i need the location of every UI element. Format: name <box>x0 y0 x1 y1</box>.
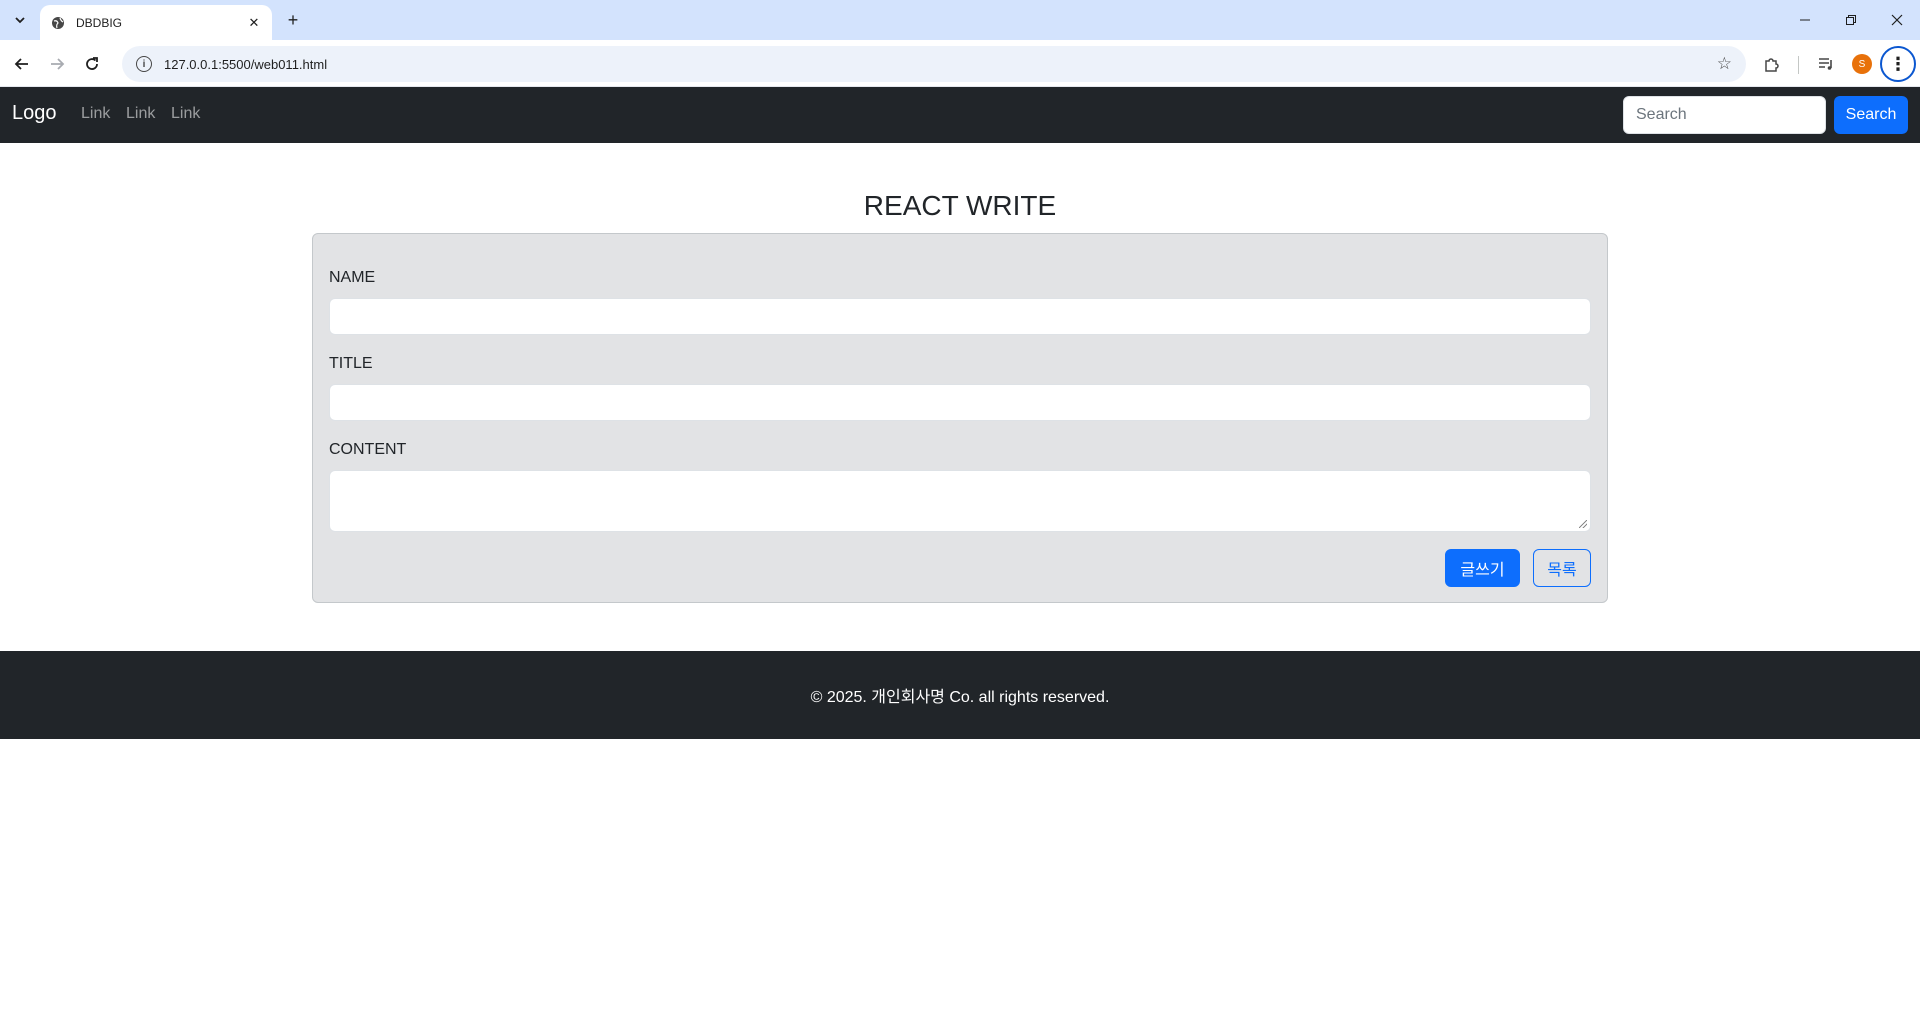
minimize-icon[interactable] <box>1790 8 1820 32</box>
name-input[interactable] <box>329 298 1591 335</box>
write-submit-button[interactable]: 글쓰기 <box>1445 549 1520 587</box>
navbar-search-button[interactable]: Search <box>1834 96 1908 134</box>
tab-close-icon[interactable]: ✕ <box>246 15 262 31</box>
content-textarea[interactable] <box>329 470 1591 532</box>
browser-tab-strip: DBDBIG ✕ + <box>0 0 1920 40</box>
back-arrow-icon[interactable] <box>8 50 36 78</box>
globe-icon <box>50 15 66 31</box>
browser-tab-active[interactable]: DBDBIG ✕ <box>40 5 272 40</box>
title-label: TITLE <box>329 355 373 372</box>
navbar-search-input[interactable] <box>1623 96 1826 134</box>
restore-icon[interactable] <box>1836 8 1866 32</box>
nav-link-3[interactable]: Link <box>171 105 200 123</box>
forward-arrow-icon[interactable] <box>43 50 71 78</box>
page-title: REACT WRITE <box>863 190 1057 221</box>
footer-copyright: © 2025. 개인회사명 Co. all rights reserved. <box>810 689 1110 706</box>
site-info-icon[interactable]: i <box>136 56 152 72</box>
resize-grip-icon[interactable] <box>1579 520 1587 528</box>
navbar-brand-logo[interactable]: Logo <box>12 102 57 125</box>
tab-search-chevron-icon[interactable] <box>8 8 32 32</box>
browser-toolbar: i 127.0.0.1:5500/web011.html ☆ <box>0 40 1920 87</box>
new-tab-plus-icon[interactable]: + <box>282 9 304 31</box>
write-form-card: NAME TITLE CONTENT 글쓰기 목록 <box>312 233 1608 603</box>
media-playlist-icon[interactable] <box>1812 50 1840 78</box>
window-close-icon[interactable] <box>1882 8 1912 32</box>
reload-icon[interactable] <box>78 50 106 78</box>
toolbar-separator <box>1798 56 1799 74</box>
browser-menu-kebab-icon[interactable]: ⋮ <box>1880 46 1916 82</box>
content-label: CONTENT <box>329 441 407 458</box>
extensions-puzzle-icon[interactable] <box>1758 50 1786 78</box>
site-footer: © 2025. 개인회사명 Co. all rights reserved. <box>0 651 1920 739</box>
nav-link-1[interactable]: Link <box>81 105 110 123</box>
profile-avatar[interactable]: S <box>1852 54 1872 74</box>
title-input[interactable] <box>329 384 1591 421</box>
nav-link-2[interactable]: Link <box>126 105 155 123</box>
address-bar[interactable]: i 127.0.0.1:5500/web011.html ☆ <box>122 46 1746 82</box>
list-button[interactable]: 목록 <box>1533 549 1591 587</box>
site-navbar: Logo Link Link Link Search <box>0 87 1920 143</box>
name-label: NAME <box>329 269 376 286</box>
tab-title: DBDBIG <box>76 15 123 30</box>
address-url: 127.0.0.1:5500/web011.html <box>164 56 328 72</box>
bookmark-star-icon[interactable]: ☆ <box>1717 54 1732 74</box>
